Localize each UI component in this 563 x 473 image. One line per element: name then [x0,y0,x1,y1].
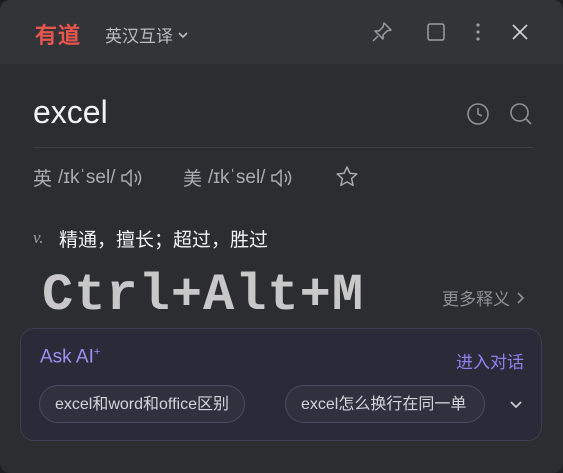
chevron-right-icon [517,291,525,304]
close-icon[interactable] [508,20,532,44]
translation-mode-label: 英汉互译 [105,27,173,46]
search-icon[interactable] [508,101,534,127]
ask-ai-card: Ask AI+ 进入对话 excel和word和office区别 excel怎么… [20,328,542,441]
shortcut-overlay: Ctrl+Alt+M [42,266,365,325]
phonetic-us: 美 /ɪkˈsel/ [183,164,295,191]
speaker-icon[interactable] [119,166,145,190]
pin-icon[interactable] [370,20,394,44]
app-logo: 有道 [35,23,82,48]
definition-text: 精通，擅长；超过，胜过 [59,230,269,251]
more-vertical-icon[interactable] [466,20,490,44]
chevron-down-icon[interactable] [507,396,525,414]
dictionary-window: 有道 英汉互译 excel 英 /ɪkˈsel/ 美 /ɪkˈsel/ v. 精… [0,0,563,473]
history-icon[interactable] [465,101,491,127]
ask-ai-title: Ask AI+ [40,346,100,368]
square-icon[interactable] [424,20,448,44]
phonetic-lang: 美 [183,169,203,190]
ask-ai-title-text: Ask AI [40,346,94,368]
phonetic-uk: 英 /ɪkˈsel/ [33,164,145,191]
chevron-down-icon [178,31,188,38]
suggestion-chip[interactable]: excel和word和office区别 [39,385,245,423]
more-definitions-link[interactable]: 更多释义 [442,285,526,310]
query-word: excel [33,94,108,130]
ask-ai-sup: + [93,346,101,358]
phonetic-lang: 英 [33,169,53,190]
divider [33,147,533,148]
enter-chat-link[interactable]: 进入对话 [456,348,524,373]
speaker-icon[interactable] [269,166,295,190]
translation-mode-dropdown[interactable]: 英汉互译 [105,22,190,47]
more-definitions-label: 更多释义 [442,290,510,309]
part-of-speech: v. [33,228,44,247]
star-icon[interactable] [334,164,360,190]
title-bar: 有道 英汉互译 [0,0,563,64]
phonetic-ipa: /ɪkˈsel/ [208,166,266,188]
phonetic-ipa: /ɪkˈsel/ [58,166,116,188]
suggestion-chip[interactable]: excel怎么换行在同一单 [285,385,485,423]
